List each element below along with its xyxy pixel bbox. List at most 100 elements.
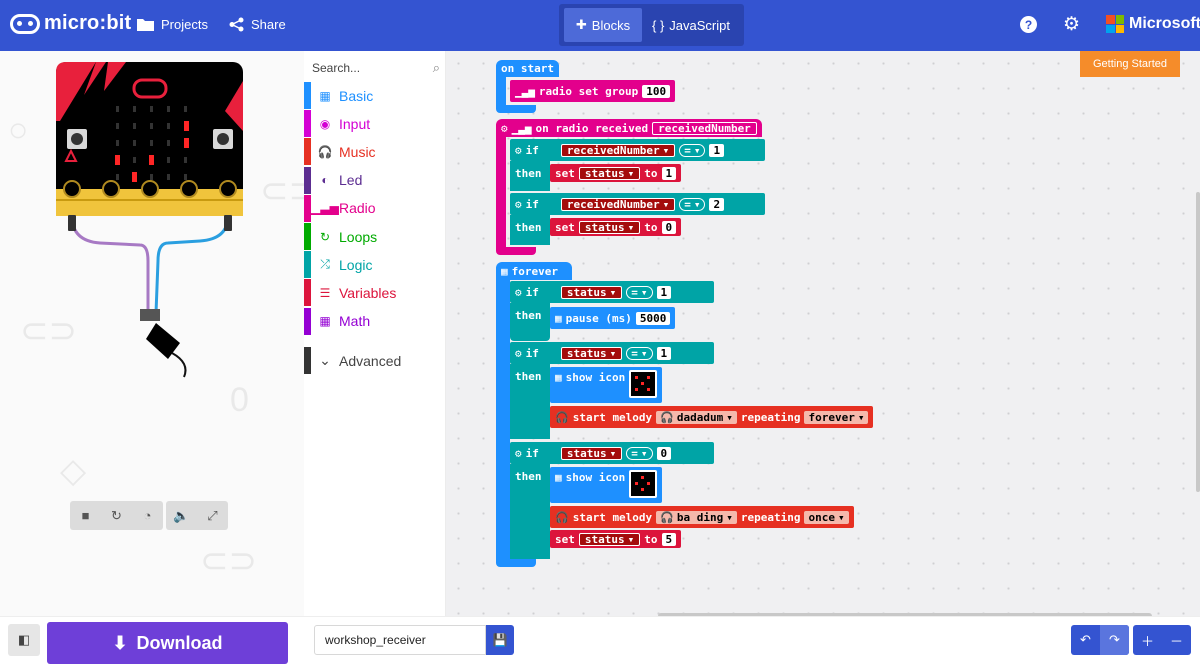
start-melody-label: start melody <box>572 410 653 424</box>
mute-icon[interactable]: 🔈 <box>166 501 197 530</box>
microbit-logo[interactable]: micro:bit <box>10 12 131 35</box>
if-block[interactable]: ⚙ if status ▾ = ▾ 1 <box>510 281 714 303</box>
variable-dropdown[interactable]: status ▾ <box>560 446 623 460</box>
icon-picker[interactable] <box>629 370 658 398</box>
if-block[interactable]: ⚙ if receivedNumber ▾ = ▾ 2 <box>510 193 765 215</box>
workspace-scrollbar-vertical[interactable] <box>1196 192 1200 492</box>
microsoft-logo[interactable]: Microsoft <box>1106 15 1200 33</box>
microbit-simulator[interactable] <box>0 51 304 391</box>
toolbox-category-input[interactable]: ◉ Input <box>304 110 446 138</box>
toolbox-category-label: Radio <box>339 200 376 217</box>
decor-icon: ⊂⊃ <box>200 542 257 580</box>
set-variable-block[interactable]: set status ▾ to 1 <box>550 164 682 182</box>
set-value[interactable]: 0 <box>661 220 677 234</box>
redo-icon[interactable]: ↷ <box>1100 625 1129 655</box>
variable-dropdown[interactable]: receivedNumber ▾ <box>560 143 676 157</box>
repeating-label: repeating <box>740 410 801 424</box>
tab-blocks[interactable]: ✚ Blocks <box>564 8 642 42</box>
toolbox-category-radio[interactable]: ▁▃▅ Radio <box>304 194 446 222</box>
restart-icon[interactable]: ↻ <box>101 501 132 530</box>
pause-value[interactable]: 5000 <box>635 311 671 325</box>
on-radio-received-block[interactable]: ⚙ ▁▃▅ on radio received receivedNumber <box>496 119 762 137</box>
operator-dropdown[interactable]: = ▾ <box>626 446 653 460</box>
compare-value[interactable]: 1 <box>656 285 672 299</box>
share-button[interactable]: Share <box>229 17 286 32</box>
show-icon-block[interactable]: ▦ show icon <box>550 467 663 503</box>
settings-button[interactable]: ⚙ <box>1063 13 1080 36</box>
toolbox-category-math[interactable]: ▦ Math <box>304 307 446 335</box>
pause-block[interactable]: ▦ pause (ms) 5000 <box>550 307 676 329</box>
variable-dropdown[interactable]: receivedNumber ▾ <box>560 197 676 211</box>
search-input[interactable]: Search... <box>312 61 360 75</box>
toolbox-category-music[interactable]: 🎧 Music <box>304 138 446 166</box>
search-icon: ⌕ <box>432 60 440 75</box>
toolbox-advanced[interactable]: ⌄ Advanced <box>304 347 446 374</box>
operator-dropdown[interactable]: = ▾ <box>626 346 653 360</box>
help-button[interactable]: ? <box>1020 16 1037 33</box>
toolbox-category-basic[interactable]: ▦ Basic <box>304 82 446 109</box>
save-button[interactable]: 💾 <box>486 625 514 655</box>
radio-set-group-block[interactable]: ▁▃▅ radio set group 100 <box>510 80 676 102</box>
refresh-icon: ↻ <box>319 229 331 244</box>
projects-label: Projects <box>161 17 208 32</box>
if-block[interactable]: ⚙ if status ▾ = ▾ 1 <box>510 342 714 364</box>
repeat-dropdown[interactable]: forever ▾ <box>804 410 869 424</box>
melody-dropdown[interactable]: 🎧 dadadum ▾ <box>656 410 737 424</box>
stop-icon[interactable]: ■ <box>70 501 101 530</box>
download-icon: ⬇ <box>112 632 128 653</box>
toolbox-category-loops[interactable]: ↻ Loops <box>304 223 446 250</box>
forever-block[interactable]: ▦ forever <box>496 262 572 280</box>
show-icon-block[interactable]: ▦ show icon <box>550 367 663 403</box>
operator-dropdown[interactable]: = ▾ <box>626 285 653 299</box>
repeat-dropdown[interactable]: once ▾ <box>804 510 849 524</box>
variable-dropdown[interactable]: status ▾ <box>560 346 623 360</box>
compare-value[interactable]: 2 <box>709 197 725 211</box>
operator-dropdown[interactable]: = ▾ <box>679 197 706 211</box>
blocks-workspace[interactable]: on start ▁▃▅ radio set group 100 ⚙ ▁▃▅ o… <box>446 51 1200 616</box>
operator-dropdown[interactable]: = ▾ <box>679 143 706 157</box>
compare-value[interactable]: 1 <box>709 143 725 157</box>
variable-dropdown[interactable]: status ▾ <box>578 532 641 546</box>
compare-value[interactable]: 0 <box>656 446 672 460</box>
set-value[interactable]: 5 <box>661 532 677 546</box>
tab-javascript[interactable]: { } JavaScript <box>646 8 736 42</box>
getting-started-button[interactable]: Getting Started <box>1080 51 1180 77</box>
on-start-block[interactable]: on start <box>496 60 559 77</box>
collapse-simulator-button[interactable]: ◧ <box>8 624 40 656</box>
set-variable-block[interactable]: set status ▾ to 0 <box>550 218 682 236</box>
var-label: receivedNumber <box>566 143 660 157</box>
received-param[interactable]: receivedNumber <box>652 121 757 135</box>
start-melody-block[interactable]: 🎧 start melody 🎧 dadadum ▾ repeating for… <box>550 406 874 428</box>
start-melody-block[interactable]: 🎧 start melody 🎧 ba ding ▾ repeating onc… <box>550 506 854 528</box>
compare-value[interactable]: 1 <box>656 346 672 360</box>
variable-dropdown[interactable]: status ▾ <box>578 166 641 180</box>
microsoft-icon <box>1106 15 1124 33</box>
variable-dropdown[interactable]: status ▾ <box>560 285 623 299</box>
fullscreen-icon[interactable]: ⤢ <box>197 501 228 530</box>
project-name-input[interactable] <box>314 625 486 655</box>
tab-javascript-label: JavaScript <box>669 17 730 33</box>
slowmo-icon[interactable]: ◔ <box>132 501 163 530</box>
group-value[interactable]: 100 <box>642 84 671 98</box>
download-button[interactable]: ⬇ Download <box>47 622 288 664</box>
if-block[interactable]: ⚙ if receivedNumber ▾ = ▾ 1 <box>510 139 765 161</box>
projects-button[interactable]: Projects <box>137 17 208 32</box>
toolbox-category-variables[interactable]: ☰ Variables <box>304 279 446 307</box>
toolbox-search[interactable]: Search... ⌕ <box>312 57 440 79</box>
zoom-in-icon[interactable]: ＋ <box>1133 625 1162 655</box>
to-label: to <box>644 532 658 546</box>
if-block[interactable]: ⚙ if status ▾ = ▾ 0 <box>510 442 714 464</box>
zoom-out-icon[interactable]: － <box>1162 625 1191 655</box>
undo-icon[interactable]: ↶ <box>1071 625 1100 655</box>
icon-picker[interactable] <box>629 470 658 498</box>
set-variable-block[interactable]: set status ▾ to 5 <box>550 530 682 548</box>
grid-icon: ▦ <box>319 88 331 103</box>
forever-bottom <box>496 559 536 567</box>
simulator-controls: ■ ↻ ◔ <box>70 501 163 530</box>
set-value[interactable]: 1 <box>661 166 677 180</box>
toolbox-category-logic[interactable]: ⤮ Logic <box>304 251 446 279</box>
var-label: status <box>584 532 625 546</box>
melody-dropdown[interactable]: 🎧 ba ding ▾ <box>656 510 737 524</box>
toolbox-category-led[interactable]: ◐ Led <box>304 166 446 194</box>
variable-dropdown[interactable]: status ▾ <box>578 220 641 234</box>
